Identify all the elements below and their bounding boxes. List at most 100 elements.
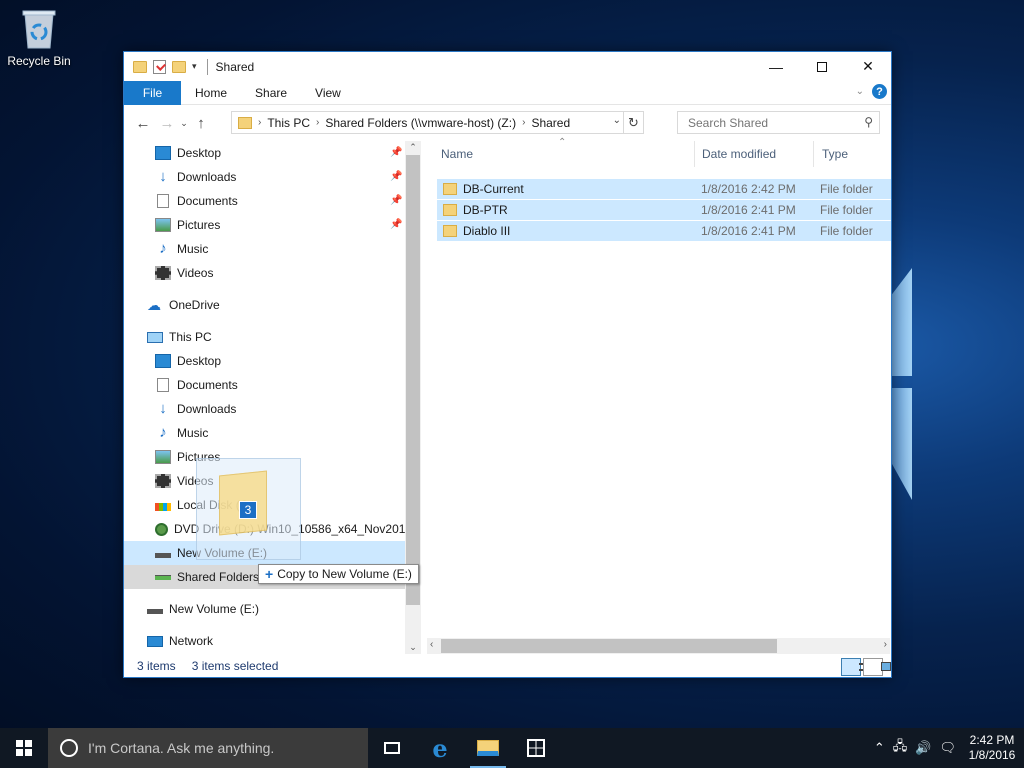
- nav-item-label: Music: [177, 242, 209, 256]
- nav-item-music[interactable]: ♪ Music: [155, 237, 208, 261]
- recycle-bin-label: Recycle Bin: [7, 54, 71, 68]
- selection-count: 3 items selected: [191, 659, 279, 673]
- nav-item-onedrive[interactable]: ☁ OneDrive: [147, 293, 220, 317]
- nav-item-label: Pictures: [177, 218, 221, 232]
- nav-item-downloads[interactable]: ↓ Downloads: [155, 165, 236, 189]
- nav-item-desktop[interactable]: Desktop: [155, 141, 221, 165]
- nav-item-this-pc[interactable]: This PC: [147, 325, 212, 349]
- divider: [813, 141, 814, 167]
- file-name: DB-PTR: [463, 203, 508, 217]
- clock[interactable]: 2:42 PM 1/8/2016: [960, 733, 1024, 763]
- title-bar[interactable]: ▾ Shared — ✕: [124, 52, 891, 81]
- plus-icon: +: [265, 566, 274, 582]
- nav-item-documents[interactable]: Documents: [155, 373, 238, 397]
- tab-home[interactable]: Home: [181, 81, 241, 105]
- action-center-icon[interactable]: 🗨: [935, 740, 960, 756]
- close-icon: ✕: [862, 58, 874, 74]
- refresh-button[interactable]: ↻: [623, 112, 643, 133]
- forward-button[interactable]: →: [155, 115, 179, 132]
- nav-item-label: OneDrive: [169, 298, 220, 312]
- store-button[interactable]: [512, 728, 560, 768]
- scrollbar-thumb[interactable]: [406, 155, 420, 605]
- details-view-button[interactable]: [841, 658, 869, 676]
- status-bar: 3 items 3 items selected: [124, 655, 891, 677]
- breadcrumb-shared-folders[interactable]: Shared Folders (\\vmware-host) (Z:): [319, 116, 522, 130]
- search-box[interactable]: ⚲: [677, 111, 880, 134]
- scroll-down-icon[interactable]: ⌄: [405, 642, 421, 653]
- help-icon[interactable]: ?: [872, 84, 887, 99]
- expand-ribbon-icon[interactable]: ⌄: [856, 86, 864, 97]
- column-header-date[interactable]: Date modified: [702, 141, 814, 167]
- pin-icon[interactable]: 📌: [390, 219, 402, 230]
- new-folder-icon[interactable]: [172, 60, 186, 73]
- volume-icon[interactable]: 🔊: [911, 740, 935, 756]
- desktop-icon: [155, 354, 171, 368]
- start-button[interactable]: [0, 728, 48, 768]
- up-button[interactable]: ↑: [189, 115, 213, 132]
- nav-item-label: Music: [177, 426, 209, 440]
- address-dropdown-icon[interactable]: ⌄: [613, 115, 621, 126]
- maximize-icon: [817, 61, 827, 72]
- taskbar: I'm Cortana. Ask me anything. e ⌃ 🖧 🔊 🗨 …: [0, 728, 1024, 768]
- dvd-drive-icon: [155, 522, 168, 536]
- clock-date: 1/8/2016: [968, 748, 1016, 762]
- nav-item-videos[interactable]: Videos: [155, 261, 213, 285]
- close-button[interactable]: ✕: [845, 52, 891, 81]
- recent-locations-button[interactable]: ⌄: [179, 118, 189, 129]
- file-row[interactable]: DB-PTR 1/8/2016 2:41 PM File folder: [437, 200, 891, 220]
- scroll-up-icon[interactable]: ⌃: [405, 142, 421, 153]
- pin-icon[interactable]: 📌: [390, 171, 402, 182]
- edge-button[interactable]: e: [416, 728, 464, 768]
- search-icon[interactable]: ⚲: [864, 115, 873, 129]
- show-hidden-icons-icon[interactable]: ⌃: [870, 740, 889, 756]
- search-input[interactable]: [686, 114, 856, 131]
- nav-item-label: Videos: [177, 266, 214, 280]
- file-explorer-button[interactable]: [464, 728, 512, 768]
- properties-icon[interactable]: [153, 59, 166, 74]
- ribbon: File Home Share View ⌄ ?: [124, 80, 891, 105]
- file-list: ⌃ Name Date modified Type DB-Current 1/8…: [421, 137, 891, 651]
- scroll-left-icon[interactable]: ‹: [430, 639, 433, 650]
- nav-item-new-volume-root[interactable]: New Volume (E:): [147, 597, 259, 621]
- column-header-type[interactable]: Type: [822, 141, 848, 167]
- maximize-button[interactable]: [799, 52, 845, 81]
- task-view-icon: [384, 742, 400, 754]
- breadcrumb-shared[interactable]: Shared: [525, 116, 576, 130]
- back-button[interactable]: ←: [131, 115, 155, 132]
- scroll-right-icon[interactable]: ›: [884, 639, 887, 650]
- nav-item-desktop[interactable]: Desktop: [155, 349, 221, 373]
- column-header-name[interactable]: Name: [441, 141, 694, 167]
- nav-item-downloads[interactable]: ↓ Downloads: [155, 397, 236, 421]
- tab-share[interactable]: Share: [241, 81, 301, 105]
- recycle-bin-icon: [20, 8, 58, 50]
- tab-file[interactable]: File: [124, 80, 181, 105]
- network-status-icon[interactable]: 🖧: [889, 737, 912, 759]
- system-tray: ⌃ 🖧 🔊 🗨 2:42 PM 1/8/2016: [870, 728, 1024, 768]
- nav-item-documents[interactable]: Documents: [155, 189, 238, 213]
- task-view-button[interactable]: [368, 728, 416, 768]
- pictures-icon: [155, 218, 171, 232]
- divider: [206, 58, 208, 75]
- file-explorer-icon: [477, 740, 499, 756]
- nav-item-label: New Volume (E:): [169, 602, 260, 616]
- nav-item-network[interactable]: Network: [147, 629, 213, 651]
- large-icons-view-button[interactable]: [863, 658, 891, 676]
- customize-toolbar-icon[interactable]: ▾: [192, 61, 197, 72]
- scrollbar-thumb[interactable]: [441, 639, 777, 653]
- file-date: 1/8/2016 2:41 PM: [701, 203, 796, 217]
- tab-view[interactable]: View: [301, 81, 355, 105]
- nav-item-label: Documents: [177, 194, 238, 208]
- address-bar[interactable]: › This PC › Shared Folders (\\vmware-hos…: [231, 111, 644, 134]
- nav-item-label: Network: [169, 634, 214, 648]
- minimize-button[interactable]: —: [753, 52, 799, 81]
- pin-icon[interactable]: 📌: [390, 195, 402, 206]
- file-list-scrollbar[interactable]: ‹ ›: [427, 638, 890, 654]
- breadcrumb-this-pc[interactable]: This PC: [261, 116, 316, 130]
- cortana-search-box[interactable]: I'm Cortana. Ask me anything.: [48, 728, 368, 768]
- nav-item-music[interactable]: ♪ Music: [155, 421, 208, 445]
- recycle-bin[interactable]: Recycle Bin: [6, 8, 72, 68]
- file-row[interactable]: DB-Current 1/8/2016 2:42 PM File folder: [437, 179, 891, 199]
- pin-icon[interactable]: 📌: [390, 147, 402, 158]
- nav-item-pictures[interactable]: Pictures: [155, 213, 220, 237]
- file-row[interactable]: Diablo III 1/8/2016 2:41 PM File folder: [437, 221, 891, 241]
